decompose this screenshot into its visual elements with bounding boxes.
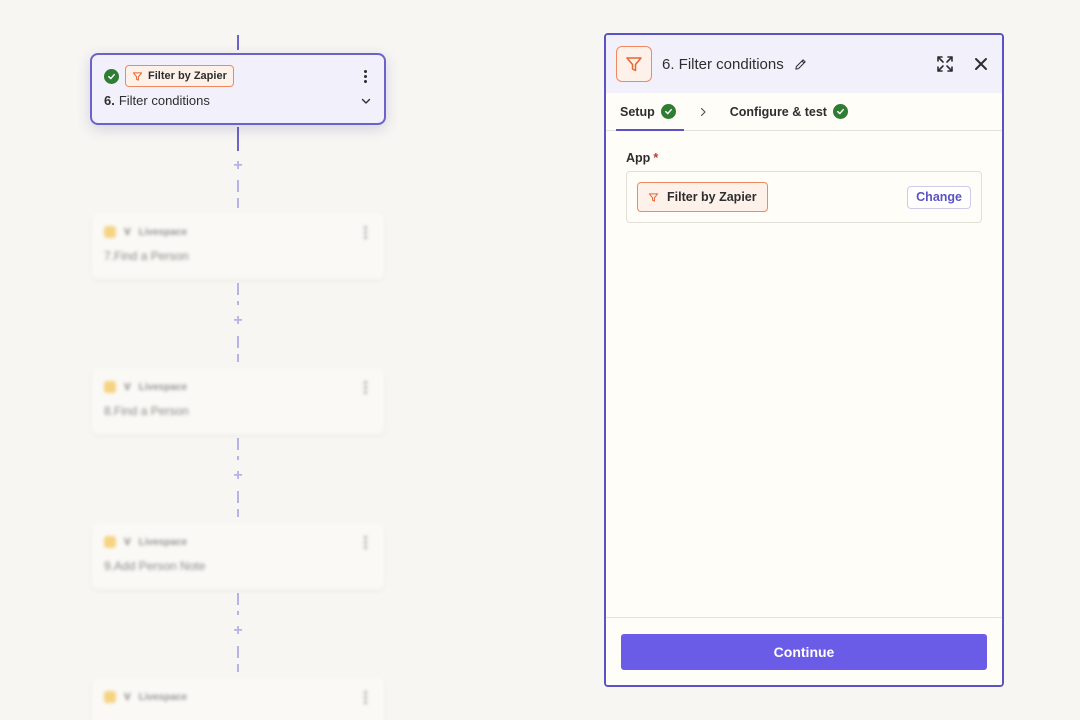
connector-line xyxy=(237,283,239,305)
more-options-icon[interactable] xyxy=(358,380,372,394)
app-badge-label: Livespace xyxy=(138,536,188,548)
app-badge: Filter by Zapier xyxy=(125,65,234,87)
add-step-icon[interactable]: + xyxy=(231,313,245,329)
panel-header: 6. Filter conditions xyxy=(606,35,1002,93)
app-selector: Filter by Zapier Change xyxy=(626,171,982,223)
more-options-icon[interactable] xyxy=(358,69,372,83)
chevron-icon: V xyxy=(124,536,131,548)
app-icon xyxy=(104,381,116,393)
connector-line xyxy=(237,127,239,151)
change-app-button[interactable]: Change xyxy=(907,185,971,209)
step-card[interactable]: V Livespace xyxy=(92,678,384,720)
close-icon[interactable] xyxy=(972,55,990,73)
step-number: 7. xyxy=(104,249,115,263)
step-card[interactable]: V Livespace 9. Add Person Note xyxy=(92,523,384,589)
app-badge-label: Livespace xyxy=(138,226,188,238)
selected-app-badge: Filter by Zapier xyxy=(637,182,768,212)
filter-icon xyxy=(648,192,659,203)
app-icon xyxy=(104,226,116,238)
filter-icon xyxy=(616,46,652,82)
step-number: 9. xyxy=(104,559,115,573)
step-card-active[interactable]: Filter by Zapier 6. Filter conditions xyxy=(90,53,386,125)
step-card[interactable]: V Livespace 7. Find a Person xyxy=(92,213,384,279)
app-badge-label: Filter by Zapier xyxy=(148,70,227,82)
app-badge-label: Livespace xyxy=(138,381,188,393)
connector-line xyxy=(237,593,239,615)
check-circle-icon xyxy=(660,104,676,119)
chevron-icon: V xyxy=(124,691,131,703)
tab-setup[interactable]: Setup xyxy=(616,93,684,131)
chevron-icon: V xyxy=(124,226,131,238)
check-circle-icon xyxy=(832,104,848,119)
connector-line xyxy=(237,35,239,50)
step-tabs: Setup Configure & test xyxy=(606,93,1002,131)
app-badge-label: Livespace xyxy=(138,691,188,703)
step-title: Add Person Note xyxy=(114,559,206,573)
selected-app-label: Filter by Zapier xyxy=(667,190,757,204)
chevron-icon: V xyxy=(124,381,131,393)
step-editor-panel: 6. Filter conditions Setup Configure & t… xyxy=(604,33,1004,687)
required-mark: * xyxy=(653,151,659,165)
check-circle-icon xyxy=(104,68,119,84)
add-step-icon[interactable]: + xyxy=(231,158,245,174)
panel-body: App * Filter by Zapier Change xyxy=(606,131,1002,243)
pencil-icon[interactable] xyxy=(794,58,807,71)
tab-label: Configure & test xyxy=(729,104,827,119)
connector-line xyxy=(237,646,239,672)
app-icon xyxy=(104,691,116,703)
step-card[interactable]: V Livespace 8. Find a Person xyxy=(92,368,384,434)
continue-button[interactable]: Continue xyxy=(621,633,987,670)
tab-configure-test[interactable]: Configure & test xyxy=(728,93,850,130)
chevron-down-icon[interactable] xyxy=(360,95,372,107)
more-options-icon[interactable] xyxy=(358,535,372,549)
add-step-icon[interactable]: + xyxy=(231,468,245,484)
step-number: 6. xyxy=(104,93,115,108)
chevron-right-icon xyxy=(692,93,714,130)
step-title: Find a Person xyxy=(114,404,189,418)
step-title: Filter conditions xyxy=(118,93,210,108)
more-options-icon[interactable] xyxy=(358,690,372,704)
tab-label: Setup xyxy=(620,104,655,119)
panel-title: 6. Filter conditions xyxy=(662,55,784,73)
more-options-icon[interactable] xyxy=(358,225,372,239)
connector-line xyxy=(237,336,239,362)
connector-line xyxy=(237,438,239,460)
app-field-label: App * xyxy=(626,151,982,165)
zap-editor: + + + + Filter by Zapier 6. Filter condi… xyxy=(0,0,1080,720)
app-icon xyxy=(104,536,116,548)
expand-icon[interactable] xyxy=(936,55,954,73)
add-step-icon[interactable]: + xyxy=(231,623,245,639)
connector-line xyxy=(237,491,239,517)
connector-line xyxy=(237,180,239,208)
panel-footer: Continue xyxy=(606,617,1002,685)
step-title: Find a Person xyxy=(114,249,189,263)
filter-icon xyxy=(132,71,143,82)
field-label-text: App xyxy=(626,151,651,165)
step-number: 8. xyxy=(104,404,115,418)
